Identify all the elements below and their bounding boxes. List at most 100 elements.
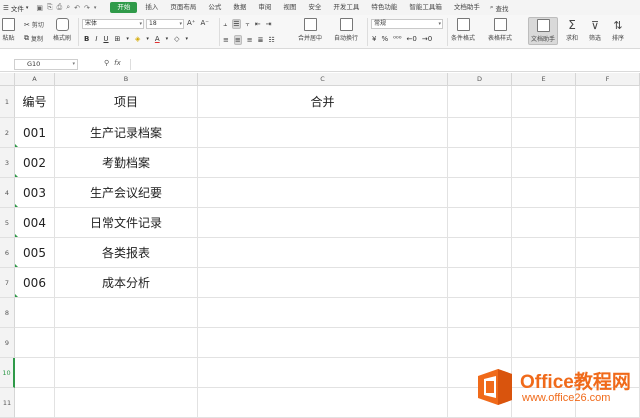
export-pdf-icon[interactable]: ⎘ xyxy=(47,3,53,12)
cell-b10[interactable] xyxy=(55,358,198,388)
cell-b4[interactable]: 生产会议纪要 xyxy=(55,178,198,208)
cell-e3[interactable] xyxy=(512,148,576,178)
cell-a7[interactable]: 006 xyxy=(15,268,55,298)
redo-icon[interactable]: ↷ xyxy=(84,4,90,12)
cell-d8[interactable] xyxy=(448,298,512,328)
cell-b9[interactable] xyxy=(55,328,198,358)
tab-0[interactable]: 开始 xyxy=(110,2,138,13)
indent-increase-icon[interactable]: ⇥ xyxy=(266,20,272,28)
cell-c6[interactable] xyxy=(198,238,448,268)
cell-b6[interactable]: 各类报表 xyxy=(55,238,198,268)
select-all-corner[interactable] xyxy=(0,73,15,86)
tab-5[interactable]: 审阅 xyxy=(252,0,277,15)
justify-icon[interactable]: ≣ xyxy=(258,36,264,44)
cell-d1[interactable] xyxy=(448,86,512,118)
column-header-d[interactable]: D xyxy=(448,73,512,86)
tab-3[interactable]: 公式 xyxy=(202,0,227,15)
row-header[interactable]: 8 xyxy=(0,298,15,328)
cell-a9[interactable] xyxy=(15,328,55,358)
underline-icon[interactable]: U xyxy=(103,35,108,43)
file-menu[interactable]: ☰ 文件 ▾ xyxy=(3,3,28,13)
cell-e2[interactable] xyxy=(512,118,576,148)
print-icon[interactable]: ⎙ xyxy=(57,3,63,12)
cell-d4[interactable] xyxy=(448,178,512,208)
cell-e4[interactable] xyxy=(512,178,576,208)
cell-a5[interactable]: 004 xyxy=(15,208,55,238)
undo-icon[interactable]: ↶ xyxy=(74,4,80,12)
tab-9[interactable]: 特色功能 xyxy=(365,0,403,15)
chevron-down-icon[interactable]: ▾ xyxy=(94,5,97,11)
column-header-e[interactable]: E xyxy=(512,73,576,86)
filter-button[interactable]: ⊽ 筛选 xyxy=(589,18,601,42)
cell-b8[interactable] xyxy=(55,298,198,328)
table-style-button[interactable]: 表格样式 xyxy=(488,18,512,42)
cell-f3[interactable] xyxy=(576,148,640,178)
sum-button[interactable]: Σ 求和 xyxy=(566,18,578,42)
cell-f1[interactable] xyxy=(576,86,640,118)
formula-input[interactable] xyxy=(130,59,640,70)
cell-f4[interactable] xyxy=(576,178,640,208)
chevron-down-icon[interactable]: ▾ xyxy=(126,36,129,42)
column-header-a[interactable]: A xyxy=(15,73,55,86)
row-header[interactable]: 3 xyxy=(0,148,15,178)
cell-b2[interactable]: 生产记录档案 xyxy=(55,118,198,148)
align-middle-icon[interactable]: ☰ xyxy=(232,19,241,29)
cell-f9[interactable] xyxy=(576,328,640,358)
cell-a1[interactable]: 编号 xyxy=(15,86,55,118)
decrease-font-icon[interactable]: A⁻ xyxy=(200,19,208,27)
align-top-icon[interactable]: ⫠ xyxy=(223,20,227,29)
fill-color-icon[interactable]: ◈ xyxy=(135,35,140,43)
clear-format-icon[interactable]: ◇ xyxy=(174,35,179,43)
cell-a8[interactable] xyxy=(15,298,55,328)
cell-c2[interactable] xyxy=(198,118,448,148)
align-bottom-icon[interactable]: ⫟ xyxy=(246,20,250,29)
cell-e1[interactable] xyxy=(512,86,576,118)
cell-f6[interactable] xyxy=(576,238,640,268)
tab-8[interactable]: 开发工具 xyxy=(327,0,365,15)
cell-f8[interactable] xyxy=(576,298,640,328)
column-header-b[interactable]: B xyxy=(55,73,198,86)
cell-e8[interactable] xyxy=(512,298,576,328)
cell-a3[interactable]: 002 xyxy=(15,148,55,178)
border-icon[interactable]: ⊞ xyxy=(115,35,121,43)
row-header[interactable]: 1 xyxy=(0,86,15,118)
row-header[interactable]: 9 xyxy=(0,328,15,358)
merge-center-button[interactable]: 合并居中 xyxy=(298,18,322,42)
tab-6[interactable]: 视图 xyxy=(277,0,302,15)
cell-d2[interactable] xyxy=(448,118,512,148)
increase-font-icon[interactable]: A⁺ xyxy=(187,19,195,27)
cell-a6[interactable]: 005 xyxy=(15,238,55,268)
cell-c5[interactable] xyxy=(198,208,448,238)
cell-d9[interactable] xyxy=(448,328,512,358)
percent-icon[interactable]: % xyxy=(381,35,388,43)
cell-b3[interactable]: 考勤档案 xyxy=(55,148,198,178)
cell-d6[interactable] xyxy=(448,238,512,268)
paste-button[interactable]: 粘贴 xyxy=(2,18,15,42)
align-center-icon[interactable]: ≡ xyxy=(233,35,242,45)
tab-7[interactable]: 安全 xyxy=(302,0,327,15)
font-color-icon[interactable]: A xyxy=(155,35,160,43)
print-preview-icon[interactable]: ⌕ xyxy=(66,3,70,12)
row-header[interactable]: 7 xyxy=(0,268,15,298)
cell-a4[interactable]: 003 xyxy=(15,178,55,208)
doc-assistant-button[interactable]: 文档助手 xyxy=(528,17,559,45)
row-header[interactable]: 4 xyxy=(0,178,15,208)
save-icon[interactable]: ▣ xyxy=(36,4,43,12)
tab-4[interactable]: 数据 xyxy=(227,0,252,15)
conditional-format-button[interactable]: 条件格式 xyxy=(451,18,475,42)
cell-a10[interactable] xyxy=(15,358,55,388)
font-name-select[interactable]: 宋体 ▾ xyxy=(82,19,144,29)
chevron-down-icon[interactable]: ▾ xyxy=(186,36,189,42)
tab-2[interactable]: 页面布局 xyxy=(164,0,202,15)
number-format-select[interactable]: 常规 ▾ xyxy=(371,19,443,29)
tab-10[interactable]: 智能工具箱 xyxy=(403,0,448,15)
cell-f7[interactable] xyxy=(576,268,640,298)
format-painter-button[interactable]: 格式刷 xyxy=(53,18,71,42)
cell-b5[interactable]: 日常文件记录 xyxy=(55,208,198,238)
cell-b1[interactable]: 项目 xyxy=(55,86,198,118)
cell-f2[interactable] xyxy=(576,118,640,148)
cell-e6[interactable] xyxy=(512,238,576,268)
cell-b7[interactable]: 成本分析 xyxy=(55,268,198,298)
cell-c3[interactable] xyxy=(198,148,448,178)
indent-decrease-icon[interactable]: ⇤ xyxy=(255,20,261,28)
